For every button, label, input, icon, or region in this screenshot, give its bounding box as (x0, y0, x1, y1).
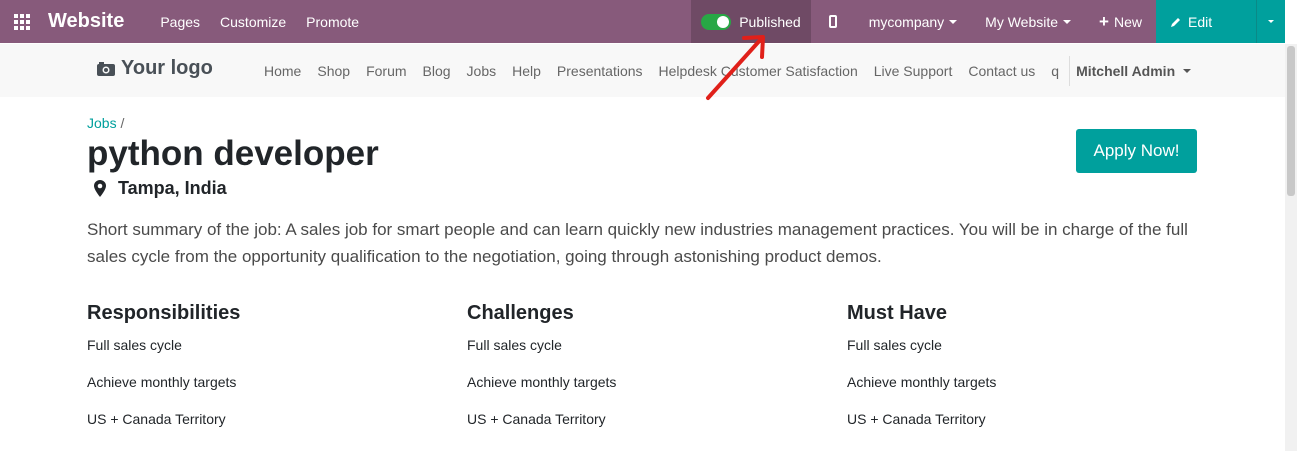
chevron-down-icon (1183, 68, 1192, 73)
list-item: US + Canada Territory (87, 411, 226, 427)
annotation-arrow-icon (706, 35, 765, 100)
nav-contact[interactable]: Contact us (968, 63, 1035, 79)
nav-divider (1069, 55, 1071, 86)
published-label: Published (739, 13, 801, 30)
breadcrumb-separator: / (120, 115, 125, 131)
chevron-down-icon (949, 19, 958, 24)
nav-help[interactable]: Help (512, 63, 541, 79)
chevron-down-icon (1063, 19, 1072, 24)
map-marker-icon (94, 180, 106, 197)
nav-forum[interactable]: Forum (366, 63, 406, 79)
list-item: US + Canada Territory (467, 411, 606, 427)
pencil-icon (1171, 17, 1180, 27)
new-label: New (1113, 13, 1142, 30)
scrollbar-thumb[interactable] (1287, 46, 1295, 196)
site-logo[interactable]: Your logo (97, 57, 213, 80)
user-menu[interactable]: Mitchell Admin (1076, 62, 1192, 79)
list-item: Full sales cycle (467, 337, 562, 353)
section-responsibilities: Responsibilities Full sales cycle Achiev… (87, 302, 427, 446)
website-label: My Website (985, 13, 1059, 30)
section-heading: Must Have (847, 302, 948, 324)
plus-icon: + (1099, 11, 1109, 31)
nav-more[interactable]: q (1051, 63, 1059, 79)
list-item: Achieve monthly targets (467, 374, 617, 390)
nav-live-support[interactable]: Live Support (874, 63, 953, 79)
list-item: Full sales cycle (847, 337, 942, 353)
chevron-down-icon (1268, 20, 1274, 23)
nav-shop[interactable]: Shop (317, 63, 350, 79)
edit-button[interactable]: Edit (1156, 0, 1256, 43)
apps-menu-icon[interactable] (0, 0, 44, 43)
topbar-right: Published mycompany My Website + New Edi… (691, 0, 1285, 43)
new-button[interactable]: + New (1085, 0, 1156, 43)
section-heading: Challenges (467, 302, 574, 324)
edit-dropdown-button[interactable] (1256, 0, 1285, 43)
top-menu: Pages Customize Promote (160, 14, 359, 30)
list-item: Full sales cycle (87, 337, 182, 353)
nav-jobs[interactable]: Jobs (467, 63, 497, 79)
mobile-preview-icon[interactable] (811, 0, 855, 43)
job-location: Tampa, India (94, 178, 227, 199)
list-item: Achieve monthly targets (87, 374, 237, 390)
location-text: Tampa, India (118, 178, 227, 198)
list-item: US + Canada Territory (847, 411, 986, 427)
logo-text: Your logo (121, 57, 213, 79)
list-item: Achieve monthly targets (847, 374, 997, 390)
nav-presentations[interactable]: Presentations (557, 63, 643, 79)
breadcrumb: Jobs / (87, 115, 124, 131)
website-switcher[interactable]: My Website (971, 0, 1085, 43)
page-title: python developer (87, 134, 379, 173)
menu-pages[interactable]: Pages (160, 14, 200, 30)
website-topbar: Website Pages Customize Promote Publishe… (0, 0, 1285, 43)
menu-promote[interactable]: Promote (306, 14, 359, 30)
apply-now-button[interactable]: Apply Now! (1076, 129, 1197, 173)
nav-home[interactable]: Home (264, 63, 301, 79)
breadcrumb-jobs-link[interactable]: Jobs (87, 115, 117, 131)
section-heading: Responsibilities (87, 302, 241, 324)
app-title: Website (48, 10, 125, 32)
user-name: Mitchell Admin (1076, 62, 1176, 79)
section-must-have: Must Have Full sales cycle Achieve month… (847, 302, 1187, 446)
company-switcher[interactable]: mycompany (855, 0, 971, 43)
company-label: mycompany (868, 13, 945, 30)
section-challenges: Challenges Full sales cycle Achieve mont… (467, 302, 807, 446)
job-summary: Short summary of the job: A sales job fo… (87, 220, 1188, 266)
toggle-switch-icon[interactable] (701, 13, 732, 30)
website-navbar: Your logo Home Shop Forum Blog Jobs Help… (0, 44, 1285, 97)
nav-blog[interactable]: Blog (423, 63, 451, 79)
page-scrollbar[interactable] (1285, 44, 1297, 451)
menu-customize[interactable]: Customize (220, 14, 286, 30)
camera-icon (97, 62, 115, 76)
edit-label: Edit (1188, 13, 1213, 30)
